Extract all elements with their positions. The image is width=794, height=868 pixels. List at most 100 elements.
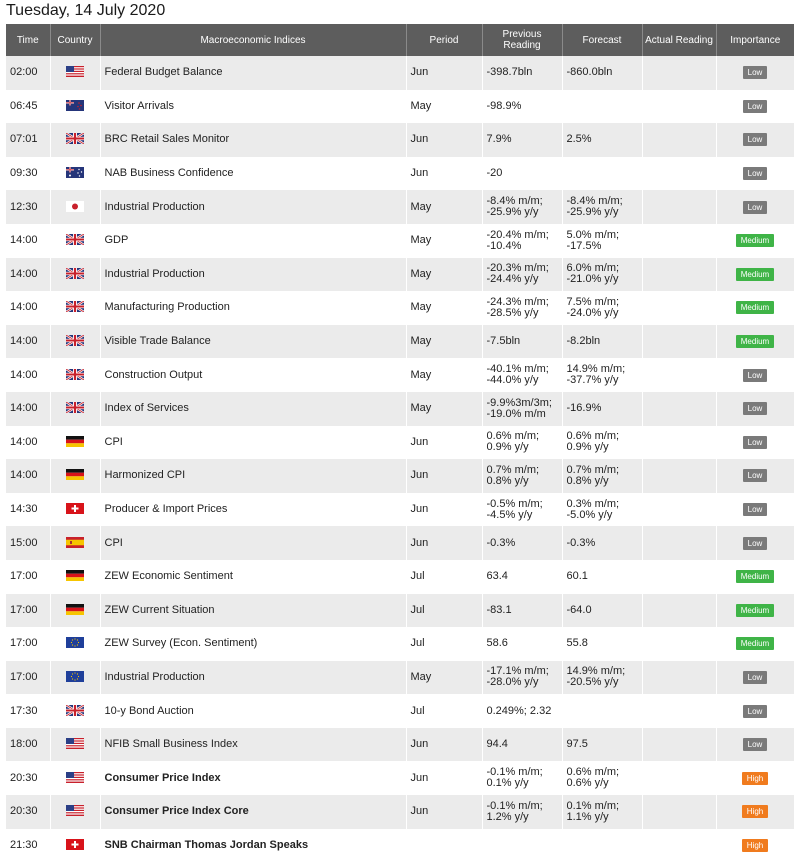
forecast-line: 0.8% y/y	[566, 474, 609, 487]
previous-reading-line: 7.9%	[486, 133, 512, 146]
previous-reading-cell: -398.7bln	[482, 56, 563, 90]
forecast-line: 97.5	[566, 738, 588, 751]
period-cell: May	[406, 358, 483, 392]
table-row[interactable]: 14:00 CPI Jun 0.6% m/m; 0.9% y/y 0.6% m/m; 0.9…	[6, 425, 794, 460]
table-row[interactable]: 17:00 ZEW Current Situation Jul -83.1 -64.0 M…	[6, 593, 794, 628]
actual-reading-cell	[642, 291, 717, 325]
indicator-name[interactable]: 10-y Bond Auction	[100, 694, 407, 728]
header-forecast[interactable]: Forecast	[562, 24, 643, 56]
importance-cell: Low	[716, 391, 794, 426]
actual-reading-cell	[642, 324, 717, 359]
indicator-name[interactable]: CPI	[100, 425, 407, 460]
table-row[interactable]: 20:30 Consumer Price Index Core Jun -0.1% m…	[6, 795, 794, 829]
header-country[interactable]: Country	[50, 24, 101, 56]
country-cell	[50, 459, 101, 493]
previous-reading-cell: -8.4% m/m; -25.9% y/y	[482, 190, 563, 224]
previous-reading-cell: 58.6	[482, 627, 563, 661]
period-cell: May	[406, 89, 483, 124]
indicator-name[interactable]: ZEW Current Situation	[100, 593, 407, 628]
table-row[interactable]: 12:30 Industrial Production May -8.4% m/m; -…	[6, 190, 794, 224]
header-period[interactable]: Period	[406, 24, 483, 56]
table-row[interactable]: 17:00 ZEW Survey (Econ. Sentiment) Jul 58.6…	[6, 627, 794, 661]
table-row[interactable]: 15:00 CPI Jun -0.3% -0.3% Low	[6, 526, 794, 560]
table-row[interactable]: 06:45 Visitor Arrivals May -98.9% Low	[6, 89, 794, 124]
previous-reading-cell: -98.9%	[482, 89, 563, 124]
indicator-name[interactable]: GDP	[100, 223, 407, 258]
table-header-row: Time Country Macroeconomic Indices Perio…	[6, 24, 794, 56]
table-row[interactable]: 21:30 SNB Chairman Thomas Jordan Speaks Hi…	[6, 828, 794, 863]
table-row[interactable]: 09:30 NAB Business Confidence Jun -20 Low	[6, 156, 794, 191]
indicator-name[interactable]: Federal Budget Balance	[100, 56, 407, 90]
forecast-line: -16.9%	[566, 402, 602, 415]
time-cell: 17:00	[6, 559, 51, 594]
time-cell: 17:00	[6, 593, 51, 628]
table-row[interactable]: 14:30 Producer & Import Prices Jun -0.5% m/…	[6, 492, 794, 527]
country-cell	[50, 257, 101, 292]
header-indices[interactable]: Macroeconomic Indices	[100, 24, 407, 56]
table-row[interactable]: 14:00 Industrial Production May -20.3% m/m;…	[6, 257, 794, 292]
country-cell	[50, 795, 101, 829]
table-row[interactable]: 07:01 BRC Retail Sales Monitor Jun 7.9% 2.5%…	[6, 123, 794, 157]
time-cell: 14:00	[6, 223, 51, 258]
indicator-name[interactable]: Industrial Production	[100, 660, 407, 695]
indicator-name[interactable]: Producer & Import Prices	[100, 492, 407, 527]
indicator-name[interactable]: CPI	[100, 526, 407, 560]
indicator-name[interactable]: ZEW Economic Sentiment	[100, 559, 407, 594]
importance-cell: Medium	[716, 257, 794, 292]
indicator-name[interactable]: Industrial Production	[100, 257, 407, 292]
indicator-name[interactable]: Index of Services	[100, 391, 407, 426]
indicator-name[interactable]: Harmonized CPI	[100, 459, 407, 493]
previous-reading-line: -28.5% y/y	[486, 306, 539, 319]
country-cell	[50, 727, 101, 762]
forecast-line: -8.2bln	[566, 335, 601, 348]
previous-reading-cell: -0.1% m/m; 1.2% y/y	[482, 795, 563, 829]
importance-cell: Medium	[716, 559, 794, 594]
forecast-line: -24.0% y/y	[566, 306, 619, 319]
header-actual[interactable]: Actual Reading	[642, 24, 717, 56]
previous-reading-cell	[482, 828, 563, 863]
previous-reading-cell: 0.7% m/m; 0.8% y/y	[482, 459, 563, 493]
table-row[interactable]: 17:30 10-y Bond Auction Jul 0.249%; 2.32 Low	[6, 694, 794, 728]
table-row[interactable]: 14:00 Index of Services May -9.9%3m/3m; -19.…	[6, 391, 794, 426]
actual-reading-cell	[642, 56, 717, 90]
indicator-name[interactable]: Consumer Price Index	[100, 761, 407, 796]
country-cell	[50, 593, 101, 628]
table-row[interactable]: 14:00 Construction Output May -40.1% m/m; -4…	[6, 358, 794, 392]
indicator-name[interactable]: Visitor Arrivals	[100, 89, 407, 124]
table-row[interactable]: 14:00 Manufacturing Production May -24.3% m…	[6, 291, 794, 325]
indicator-name[interactable]: Construction Output	[100, 358, 407, 392]
header-previous[interactable]: Previous Reading	[482, 24, 563, 56]
indicator-name[interactable]: Consumer Price Index Core	[100, 795, 407, 829]
forecast-cell: 2.5%	[562, 123, 643, 157]
time-cell: 18:00	[6, 727, 51, 762]
country-cell	[50, 828, 101, 863]
actual-reading-cell	[642, 391, 717, 426]
indicator-name[interactable]: Industrial Production	[100, 190, 407, 224]
table-row[interactable]: 17:00 ZEW Economic Sentiment Jul 63.4 60.1 Me…	[6, 559, 794, 594]
indicator-name[interactable]: NFIB Small Business Index	[100, 727, 407, 762]
indicator-name[interactable]: SNB Chairman Thomas Jordan Speaks	[100, 828, 407, 863]
importance-cell: Medium	[716, 223, 794, 258]
country-cell	[50, 559, 101, 594]
indicator-name[interactable]: NAB Business Confidence	[100, 156, 407, 191]
previous-reading-line: 1.2% y/y	[486, 810, 529, 823]
previous-reading-cell: -40.1% m/m; -44.0% y/y	[482, 358, 563, 392]
table-row[interactable]: 17:00 Industrial Production May -17.1% m/m;…	[6, 660, 794, 695]
forecast-cell: 0.3% m/m; -5.0% y/y	[562, 492, 643, 527]
table-row[interactable]: 20:30 Consumer Price Index Jun -0.1% m/m; 0.…	[6, 761, 794, 796]
actual-reading-cell	[642, 727, 717, 762]
table-row[interactable]: 02:00 Federal Budget Balance Jun -398.7bln -…	[6, 56, 794, 90]
header-time[interactable]: Time	[6, 24, 51, 56]
indicator-name[interactable]: ZEW Survey (Econ. Sentiment)	[100, 627, 407, 661]
table-row[interactable]: 14:00 Visible Trade Balance May -7.5bln -8.2…	[6, 324, 794, 359]
previous-reading-cell: 63.4	[482, 559, 563, 594]
indicator-name[interactable]: Manufacturing Production	[100, 291, 407, 325]
previous-reading-line: -7.5bln	[486, 335, 521, 348]
table-row[interactable]: 18:00 NFIB Small Business Index Jun 94.4 97.…	[6, 727, 794, 762]
header-importance[interactable]: Importance	[716, 24, 794, 56]
previous-reading-line: -0.3%	[486, 536, 516, 549]
table-row[interactable]: 14:00 GDP May -20.4% m/m; -10.4% 5.0% m/m; -17…	[6, 223, 794, 258]
indicator-name[interactable]: BRC Retail Sales Monitor	[100, 123, 407, 157]
table-row[interactable]: 14:00 Harmonized CPI Jun 0.7% m/m; 0.8% y/y 0…	[6, 459, 794, 493]
indicator-name[interactable]: Visible Trade Balance	[100, 324, 407, 359]
